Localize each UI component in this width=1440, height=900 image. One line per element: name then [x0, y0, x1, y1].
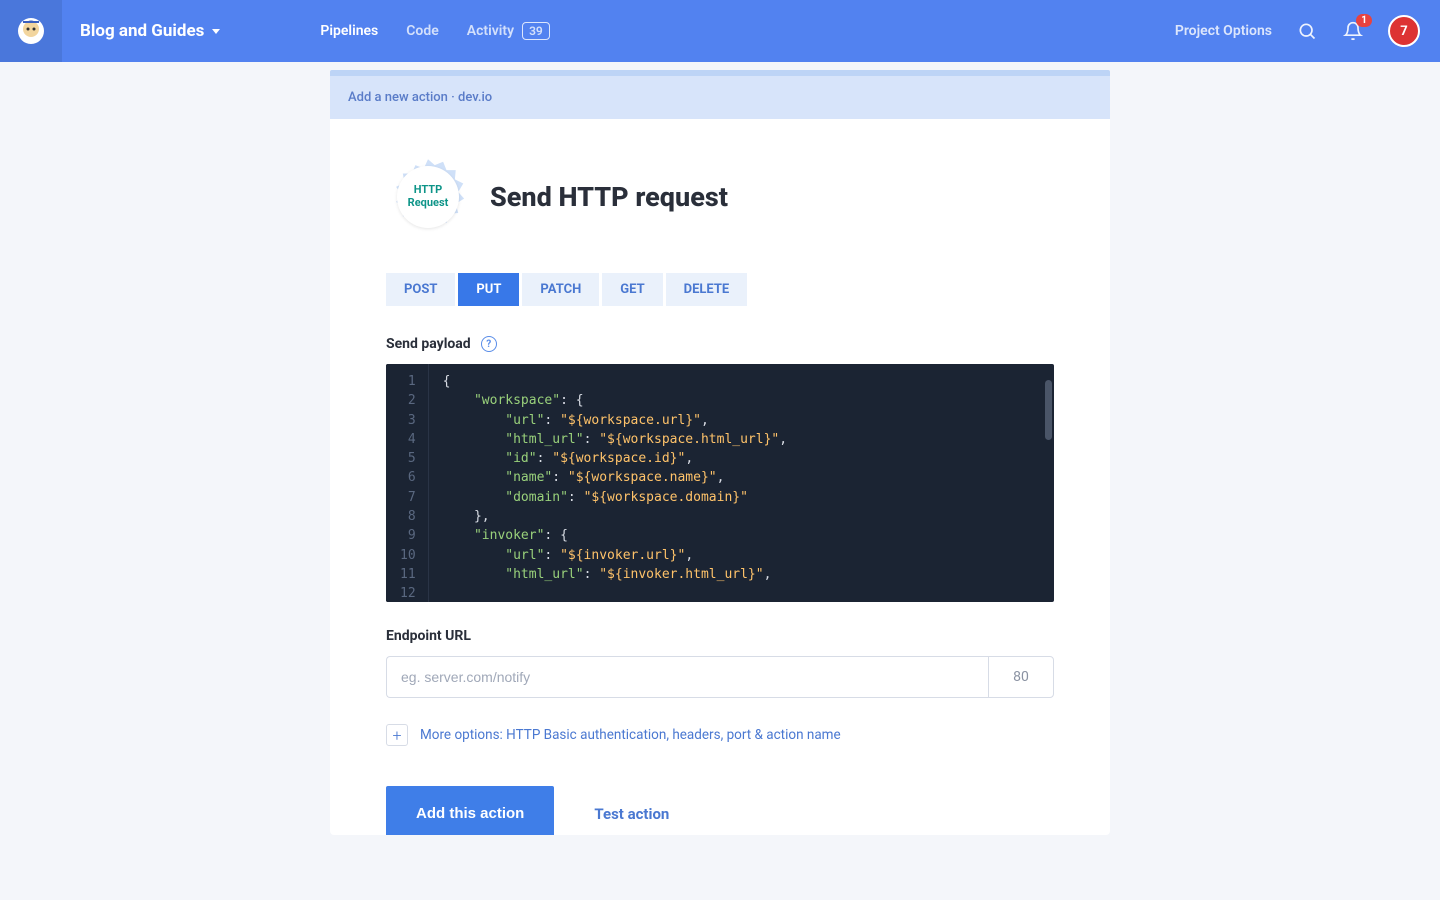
plus-icon: +: [386, 724, 408, 746]
caret-down-icon: [212, 29, 220, 34]
more-options-toggle[interactable]: + More options: HTTP Basic authenticatio…: [386, 724, 1054, 746]
payload-label: Send payload ?: [386, 336, 1054, 352]
avatar[interactable]: 7: [1388, 15, 1420, 47]
notifications-icon[interactable]: 1: [1342, 20, 1364, 42]
test-action-link[interactable]: Test action: [594, 799, 669, 823]
breadcrumb: Add a new action · dev.io: [330, 76, 1110, 119]
nav-pipelines[interactable]: Pipelines: [320, 23, 378, 39]
help-icon[interactable]: ?: [481, 336, 497, 352]
project-dropdown[interactable]: Blog and Guides: [80, 21, 220, 41]
action-bar: Add this action Test action: [330, 786, 1110, 835]
method-tab-delete[interactable]: DELETE: [666, 273, 748, 306]
notification-count-badge: 1: [1356, 14, 1372, 27]
action-card: HTTP Request Send HTTP request POSTPUTPA…: [330, 119, 1110, 835]
method-tab-put[interactable]: PUT: [458, 273, 519, 306]
http-request-icon: HTTP Request: [386, 155, 470, 239]
code-content[interactable]: { "workspace": { "url": "${workspace.url…: [428, 364, 801, 602]
payload-label-text: Send payload: [386, 336, 471, 352]
nav-code[interactable]: Code: [406, 23, 439, 39]
card-header: HTTP Request Send HTTP request: [386, 155, 1054, 239]
endpoint-row: 80: [386, 656, 1054, 698]
more-options-text: More options: HTTP Basic authentication,…: [420, 727, 841, 743]
method-tab-get[interactable]: GET: [602, 273, 662, 306]
topbar-right: Project Options 1 7: [1175, 15, 1420, 47]
method-tab-post[interactable]: POST: [386, 273, 455, 306]
main-nav: Pipelines Code Activity 39: [320, 22, 549, 40]
logo[interactable]: [0, 0, 62, 62]
port-display[interactable]: 80: [988, 656, 1054, 698]
http-method-tabs: POSTPUTPATCHGETDELETE: [386, 273, 1054, 306]
project-options-link[interactable]: Project Options: [1175, 23, 1272, 39]
icon-text-2: Request: [408, 197, 449, 210]
topbar: Blog and Guides Pipelines Code Activity …: [0, 0, 1440, 62]
activity-count-badge: 39: [522, 22, 550, 40]
content: Add a new action · dev.io HTTP Request S…: [330, 62, 1110, 835]
project-name-text: Blog and Guides: [80, 21, 204, 41]
endpoint-url-input[interactable]: [386, 656, 988, 698]
endpoint-label: Endpoint URL: [386, 628, 1054, 644]
add-action-button[interactable]: Add this action: [386, 786, 554, 835]
method-tab-patch[interactable]: PATCH: [522, 273, 599, 306]
nav-activity[interactable]: Activity 39: [467, 22, 550, 40]
search-icon[interactable]: [1296, 20, 1318, 42]
page-title: Send HTTP request: [490, 181, 728, 213]
nav-activity-label: Activity: [467, 23, 514, 39]
payload-editor[interactable]: 123456789101112 { "workspace": { "url": …: [386, 364, 1054, 602]
line-gutter: 123456789101112: [386, 364, 428, 602]
